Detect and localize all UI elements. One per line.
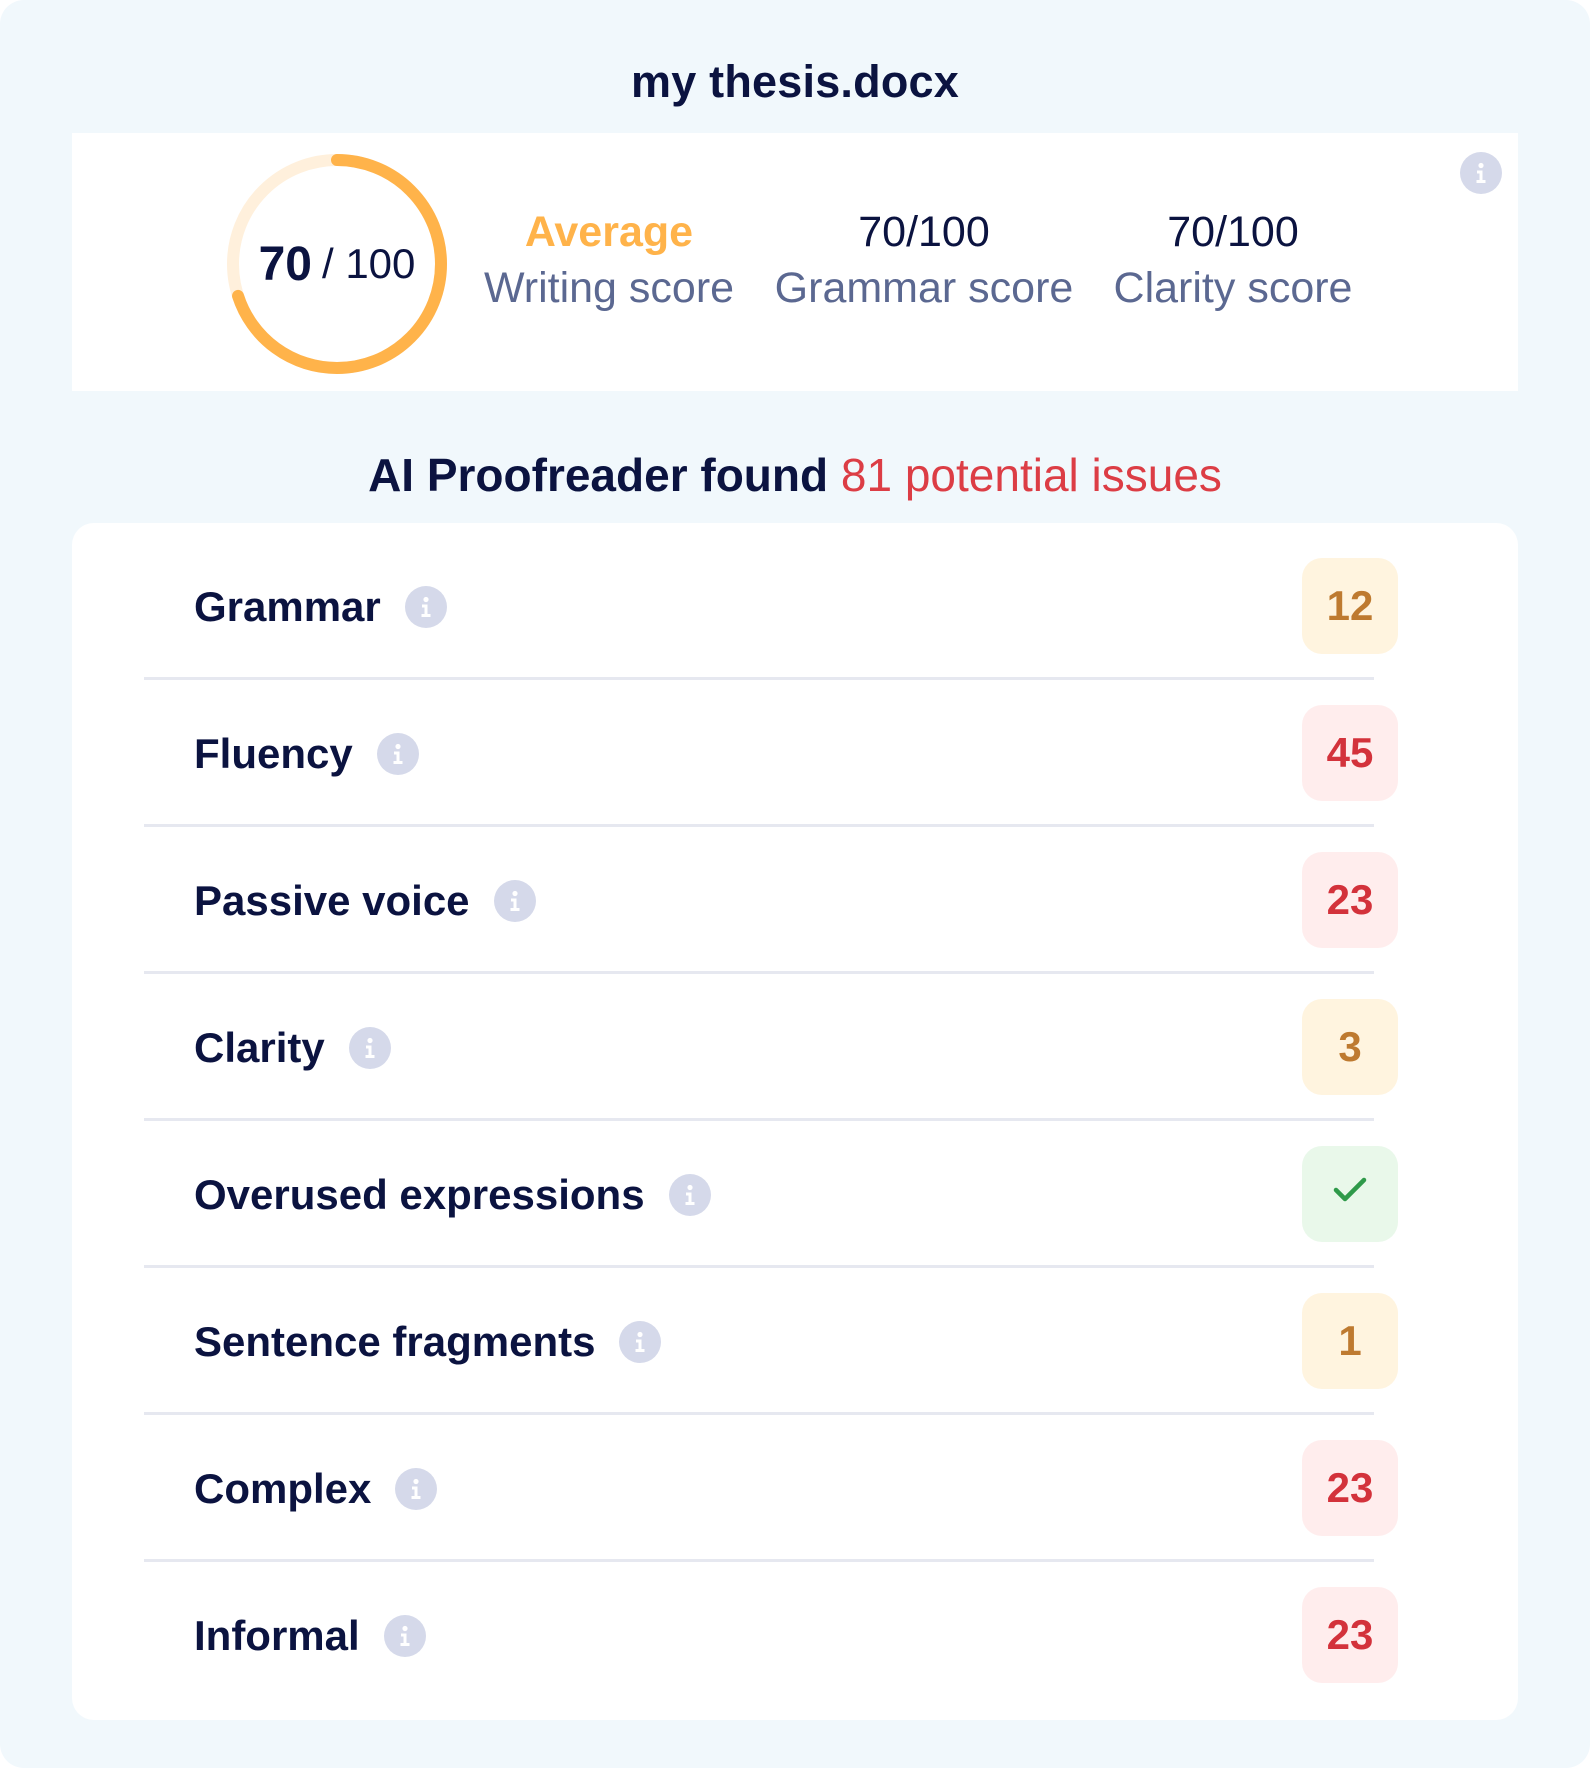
issue-row[interactable]: Informal 23: [72, 1562, 1398, 1709]
issue-label: Clarity: [194, 974, 391, 1121]
issues-summary-prefix: AI Proofreader found: [368, 449, 829, 501]
issue-row[interactable]: Overused expressions: [72, 1121, 1398, 1268]
document-title: my thesis.docx: [631, 56, 959, 107]
issues-summary: AI Proofreader found 81 potential issues: [0, 448, 1590, 502]
issue-label: Sentence fragments: [194, 1268, 662, 1415]
issues-summary-highlight: 81 potential issues: [841, 449, 1222, 501]
writing-score-rating: Average: [524, 208, 694, 256]
grammar-score-value: 70/100: [858, 208, 990, 256]
issue-label: Overused expressions: [194, 1121, 711, 1268]
info-icon[interactable]: [395, 1467, 438, 1510]
issue-count-badge[interactable]: 12: [1302, 558, 1398, 654]
issue-row[interactable]: Complex 23: [72, 1415, 1398, 1562]
issue-row[interactable]: Sentence fragments 1: [72, 1268, 1398, 1415]
check-icon: [1330, 1169, 1370, 1219]
overall-score-max: / 100: [321, 240, 416, 287]
issue-count-badge[interactable]: 45: [1302, 705, 1398, 801]
issue-label: Complex: [194, 1415, 438, 1562]
info-icon[interactable]: [493, 879, 536, 922]
issue-count: 3: [1338, 1023, 1362, 1070]
issue-count: 45: [1326, 729, 1374, 776]
issue-row[interactable]: Grammar 12: [72, 533, 1398, 680]
issue-name: Overused expressions: [194, 1170, 645, 1218]
issue-name: Sentence fragments: [194, 1317, 596, 1365]
issue-row[interactable]: Fluency 45: [72, 680, 1398, 827]
issue-label: Passive voice: [194, 827, 536, 974]
issue-label: Fluency: [194, 680, 419, 827]
issue-count: 23: [1326, 1611, 1374, 1658]
issue-name: Grammar: [194, 582, 381, 630]
issues-count: 81: [840, 449, 893, 501]
issue-name: Passive voice: [194, 876, 470, 924]
overall-score-label: 70 / 100: [221, 148, 453, 380]
issues-summary-suffix: potential issues: [904, 449, 1222, 501]
issue-count-badge[interactable]: [1302, 1146, 1398, 1242]
grammar-score-label: Grammar score: [774, 264, 1074, 312]
issue-count: 23: [1326, 1464, 1374, 1511]
issue-name: Informal: [194, 1611, 360, 1659]
issue-row[interactable]: Passive voice 23: [72, 827, 1398, 974]
issue-row[interactable]: Clarity 3: [72, 974, 1398, 1121]
issue-count-badge[interactable]: 3: [1302, 999, 1398, 1095]
issue-count-badge[interactable]: 1: [1302, 1293, 1398, 1389]
info-icon[interactable]: [404, 585, 447, 628]
info-icon[interactable]: [376, 732, 419, 775]
issue-count-badge[interactable]: 23: [1302, 1440, 1398, 1536]
info-icon[interactable]: [348, 1026, 391, 1069]
overall-score-value: 70: [258, 237, 312, 291]
issue-name: Fluency: [194, 729, 353, 777]
grammar-score: 70/100 Grammar score: [775, 205, 1074, 317]
info-icon[interactable]: [383, 1614, 426, 1657]
issue-label: Grammar: [194, 533, 447, 680]
issue-count-badge[interactable]: 23: [1302, 852, 1398, 948]
issue-name: Clarity: [194, 1023, 325, 1071]
clarity-score-value: 70/100: [1167, 208, 1299, 256]
info-icon[interactable]: [619, 1320, 662, 1363]
issue-label: Informal: [194, 1562, 426, 1709]
info-icon[interactable]: [668, 1173, 711, 1216]
score-info-icon[interactable]: [1460, 152, 1502, 194]
issue-count: 12: [1326, 582, 1374, 629]
issue-count: 1: [1338, 1317, 1362, 1364]
issue-count: 23: [1326, 876, 1374, 923]
issue-count-badge[interactable]: 23: [1302, 1587, 1398, 1683]
clarity-score-label: Clarity score: [1113, 264, 1353, 312]
writing-score: Average Writing score: [484, 205, 734, 317]
writing-score-label: Writing score: [483, 264, 735, 312]
issue-name: Complex: [194, 1464, 372, 1512]
clarity-score: 70/100 Clarity score: [1114, 205, 1353, 317]
